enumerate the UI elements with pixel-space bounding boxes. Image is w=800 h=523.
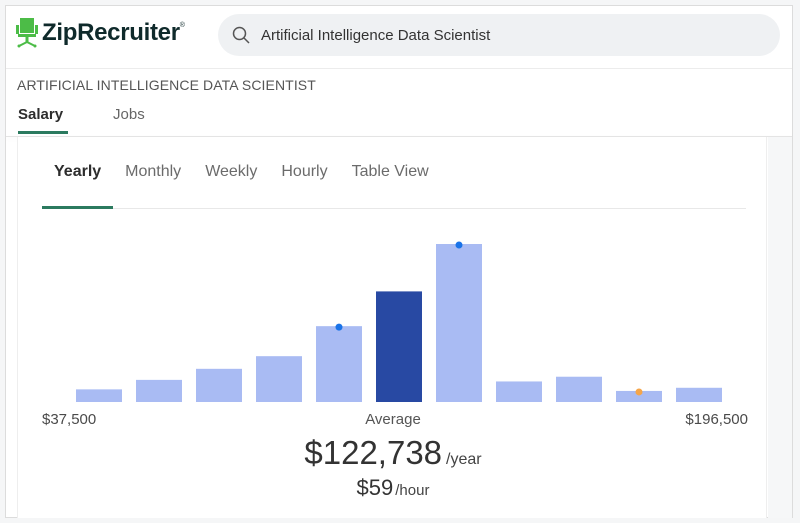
- yearly-unit: /year: [446, 451, 482, 468]
- histogram-svg: [76, 241, 722, 402]
- tab-salary[interactable]: Salary: [18, 106, 69, 134]
- ziprecruiter-logo[interactable]: ZipRecruiter ®: [16, 18, 185, 48]
- tab-hourly[interactable]: Hourly: [269, 159, 339, 208]
- histogram-bar-average[interactable]: [376, 291, 422, 402]
- search-input[interactable]: Artificial Intelligence Data Scientist: [218, 14, 780, 56]
- bar-marker-dot: [335, 323, 343, 331]
- salary-card: Yearly Monthly Weekly Hourly Table View …: [17, 137, 767, 518]
- min-salary-label: $37,500: [42, 411, 97, 428]
- average-yearly-salary: $122,738/year: [18, 434, 768, 472]
- tab-jobs[interactable]: Jobs: [113, 106, 145, 134]
- histogram-bar[interactable]: [556, 376, 602, 402]
- histogram-bar[interactable]: [316, 326, 362, 402]
- search-icon: [232, 26, 250, 44]
- histogram-bar[interactable]: [496, 381, 542, 402]
- registered-mark: ®: [179, 21, 185, 29]
- salary-histogram: [18, 217, 768, 407]
- search-value[interactable]: Artificial Intelligence Data Scientist: [261, 27, 490, 44]
- tab-monthly[interactable]: Monthly: [113, 159, 193, 208]
- histogram-bar[interactable]: [136, 379, 182, 402]
- histogram-bar[interactable]: [196, 368, 242, 402]
- job-title: ARTIFICIAL INTELLIGENCE DATA SCIENTIST: [17, 77, 316, 93]
- average-hourly-salary: $59/hour: [18, 475, 768, 501]
- histogram-bar[interactable]: [256, 356, 302, 402]
- subtab-bar: Salary Jobs: [18, 106, 195, 134]
- brand-name: ZipRecruiter: [42, 19, 180, 46]
- side-panel-gutter: [768, 137, 792, 518]
- period-tabs: Yearly Monthly Weekly Hourly Table View: [42, 159, 746, 209]
- hourly-unit: /hour: [395, 482, 430, 499]
- chair-icon: [16, 18, 38, 48]
- top-bar: ZipRecruiter ® Artificial Intelligence D…: [6, 6, 792, 69]
- tab-yearly[interactable]: Yearly: [42, 159, 114, 209]
- average-label: Average: [365, 411, 421, 428]
- bar-marker-dot: [635, 388, 643, 396]
- histogram-bar[interactable]: [436, 244, 482, 402]
- bar-marker-dot: [455, 241, 463, 249]
- max-salary-label: $196,500: [685, 411, 748, 428]
- histogram-bar[interactable]: [76, 389, 122, 402]
- histogram-bar[interactable]: [676, 387, 722, 402]
- page-frame: ZipRecruiter ® Artificial Intelligence D…: [5, 5, 793, 518]
- tab-table-view[interactable]: Table View: [340, 159, 441, 208]
- hourly-amount: $59: [356, 475, 394, 500]
- tab-weekly[interactable]: Weekly: [193, 159, 269, 208]
- yearly-amount: $122,738: [304, 434, 443, 471]
